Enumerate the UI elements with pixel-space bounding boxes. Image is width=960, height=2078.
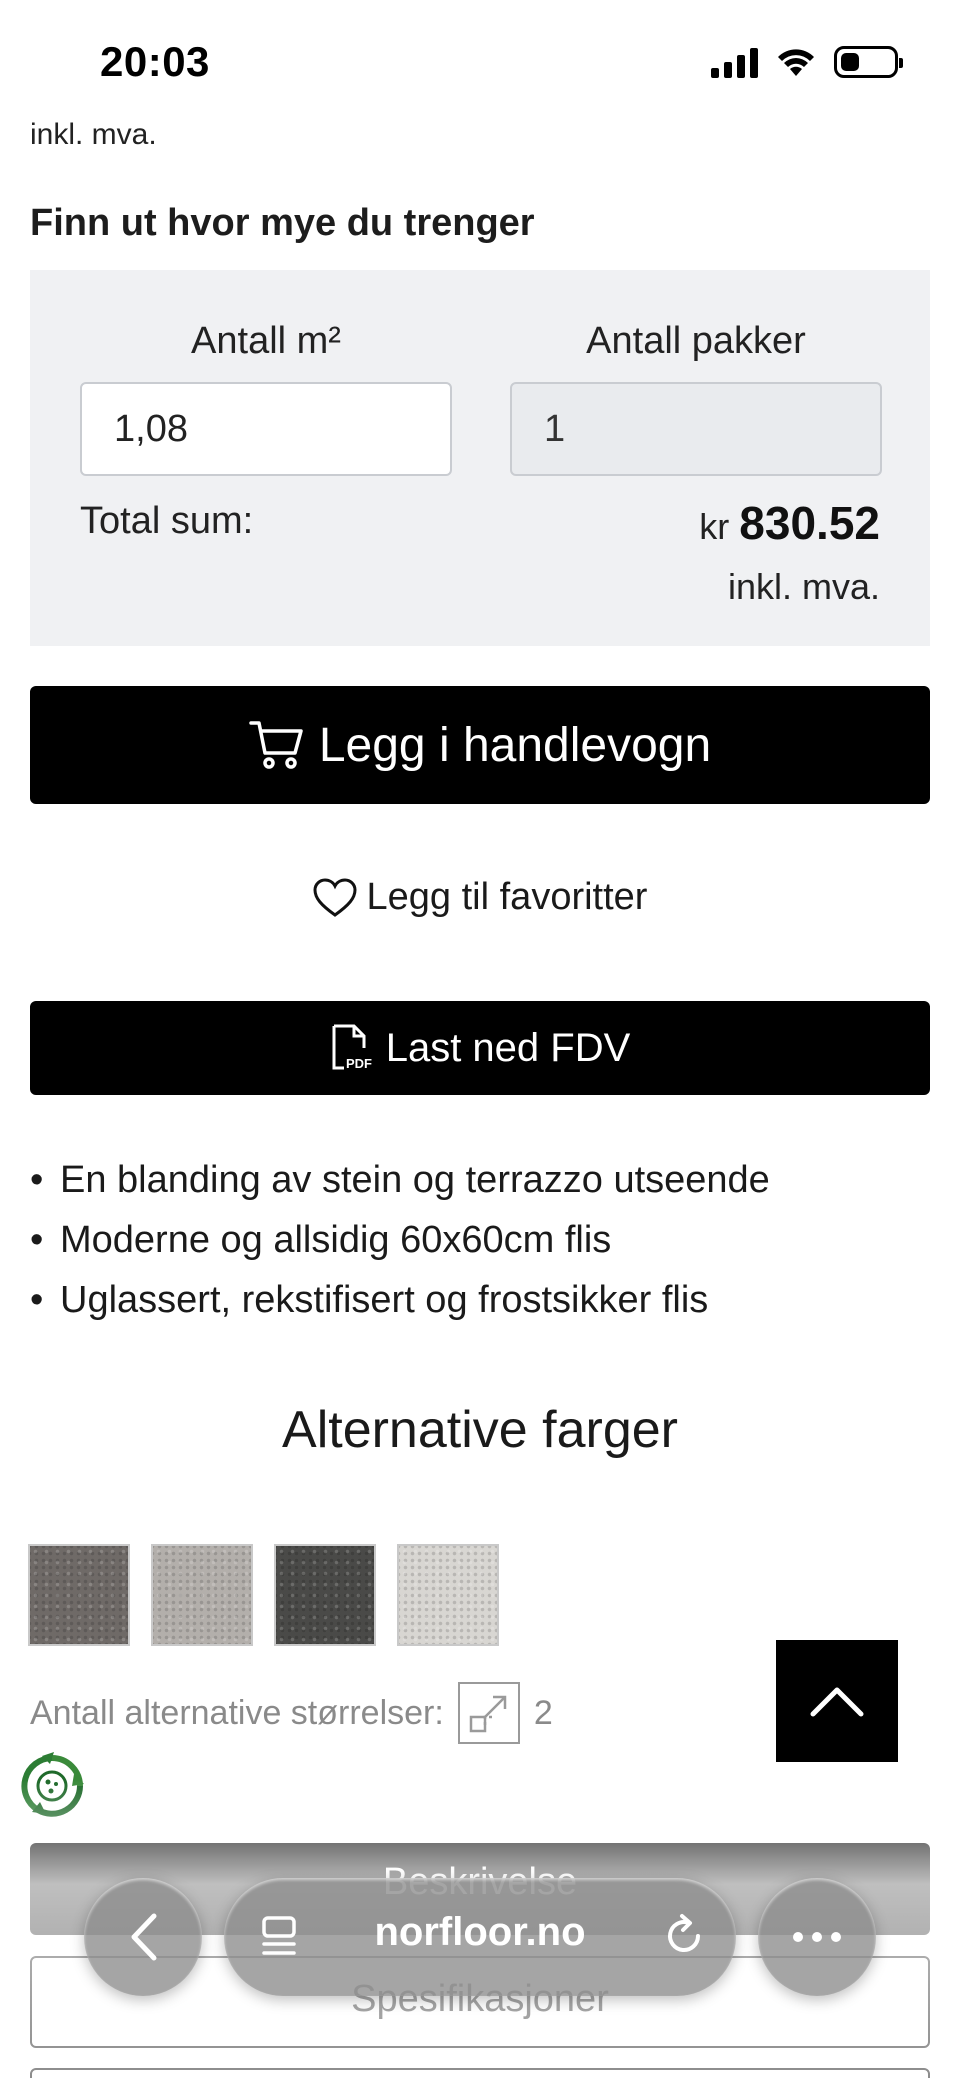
add-to-cart-label: Legg i handlevogn	[318, 718, 712, 772]
status-time: 20:03	[100, 38, 210, 85]
bullet-icon: •	[30, 1279, 44, 1321]
bullet-icon: •	[30, 1159, 44, 1201]
status-icons	[711, 46, 903, 78]
reload-icon[interactable]	[662, 1912, 706, 1960]
quantity-calculator: Antall m² Antall pakker Total sum: kr 83…	[30, 270, 930, 646]
pdf-file-icon: PDF	[332, 1024, 372, 1071]
color-swatch[interactable]	[397, 1544, 499, 1646]
resize-icon	[457, 1682, 520, 1744]
bullet-icon: •	[30, 1219, 44, 1261]
feature-text: En blanding av stein og terrazzo utseend…	[60, 1159, 770, 1201]
list-item: • En blanding av stein og terrazzo utseen…	[30, 1150, 770, 1210]
list-item: • Moderne og allsidig 60x60cm flis	[30, 1210, 770, 1270]
feature-text: Uglassert, rekstifisert og frostsikker f…	[60, 1279, 709, 1321]
browser-address-bar[interactable]: norfloor.no	[224, 1878, 736, 1996]
browser-back-button[interactable]	[84, 1878, 202, 1996]
more-icon	[793, 1932, 841, 1942]
packs-label: Antall pakker	[586, 320, 806, 362]
wifi-icon	[778, 49, 814, 76]
area-column: Antall m²	[80, 320, 452, 476]
add-to-cart-button[interactable]: Legg i handlevogn	[30, 686, 930, 804]
packs-input[interactable]	[510, 382, 882, 476]
browser-more-button[interactable]	[758, 1878, 876, 1996]
color-swatch[interactable]	[151, 1544, 253, 1646]
alternative-colors-heading: Alternative farger	[282, 1401, 678, 1459]
battery-level	[841, 53, 859, 71]
color-swatches	[28, 1544, 499, 1646]
chevron-left-icon	[131, 1913, 157, 1961]
area-label: Antall m²	[191, 320, 341, 362]
calculator-heading: Finn ut hvor mye du trenger	[30, 202, 535, 244]
heart-icon	[313, 877, 357, 917]
feature-list: • En blanding av stein og terrazzo utseen…	[30, 1150, 770, 1330]
browser-url: norfloor.no	[374, 1910, 586, 1954]
alternative-sizes-label: Antall alternative størrelser:	[30, 1693, 444, 1732]
area-input[interactable]	[80, 382, 452, 476]
total-amount: 830.52	[739, 497, 880, 549]
scroll-to-top-button[interactable]	[776, 1640, 898, 1762]
battery-icon	[834, 46, 903, 78]
cart-icon	[249, 721, 303, 769]
pdf-badge: PDF	[346, 1056, 372, 1071]
chevron-up-icon	[810, 1687, 864, 1717]
signal-icon	[711, 46, 758, 78]
color-swatch[interactable]	[28, 1544, 130, 1646]
alternative-sizes-count: 2	[533, 1693, 553, 1732]
total-label: Total sum:	[80, 500, 254, 542]
total-value: kr 830.52	[699, 496, 880, 550]
color-swatch[interactable]	[274, 1544, 376, 1646]
status-bar: 20:03	[0, 0, 960, 120]
packs-column: Antall pakker	[510, 320, 882, 476]
add-to-favorites-link[interactable]: Legg til favoritter	[0, 876, 960, 919]
feature-text: Moderne og allsidig 60x60cm flis	[60, 1219, 612, 1261]
currency-label: kr	[699, 506, 730, 547]
price-vat-note: inkl. mva.	[30, 118, 157, 151]
download-fdv-button[interactable]: PDF Last ned FDV	[30, 1001, 930, 1095]
list-item: • Uglassert, rekstifisert og frostsikker …	[30, 1270, 770, 1330]
total-vat-note: inkl. mva.	[727, 566, 880, 607]
eco-badge-icon	[21, 1752, 84, 1817]
next-section-button[interactable]	[30, 2068, 930, 2078]
add-to-favorites-label: Legg til favoritter	[366, 876, 648, 918]
download-fdv-label: Last ned FDV	[385, 1025, 631, 1070]
alternative-sizes: Antall alternative størrelser: 2	[30, 1682, 553, 1744]
